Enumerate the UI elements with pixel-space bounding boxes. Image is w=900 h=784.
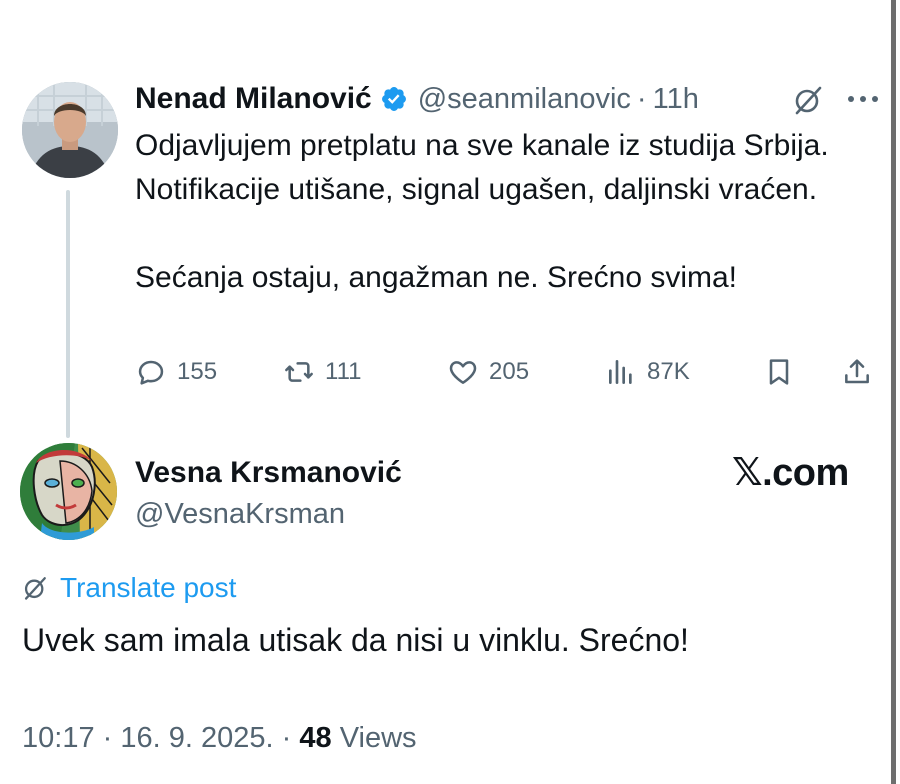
right-edge-border bbox=[891, 0, 896, 784]
reply-button[interactable]: 155 bbox=[135, 350, 217, 394]
views-count: 87K bbox=[647, 358, 690, 385]
x-com-watermark: 𝕏.com bbox=[732, 452, 849, 494]
like-icon bbox=[449, 361, 477, 384]
grok-icon[interactable] bbox=[792, 84, 824, 116]
reply-author-handle[interactable]: @VesnaKrsman bbox=[135, 494, 345, 534]
tweet-meta: 10:17 · 16. 9. 2025. · 48 Views bbox=[22, 718, 417, 758]
bookmark-icon bbox=[769, 359, 789, 385]
thread-connector-line bbox=[66, 190, 70, 438]
tweet-text: Odjavljujem pretplatu na sve kanale iz s… bbox=[135, 129, 829, 294]
author-handle[interactable]: @seanmilanovic bbox=[418, 83, 631, 116]
translate-post-link[interactable]: Translate post bbox=[22, 568, 236, 608]
repost-icon bbox=[285, 362, 313, 382]
avatar[interactable] bbox=[22, 82, 118, 178]
reply-icon bbox=[138, 360, 164, 385]
parent-tweet-header: Nenad Milanović @seanmilanovic · 11h bbox=[135, 76, 699, 122]
repost-count: 111 bbox=[325, 358, 362, 385]
share-icon bbox=[845, 359, 869, 384]
reply-date[interactable]: 16. 9. 2025. bbox=[120, 722, 273, 754]
views-label: Views bbox=[339, 722, 417, 754]
like-count: 205 bbox=[489, 358, 530, 385]
views-button[interactable]: 87K bbox=[605, 350, 690, 394]
like-button[interactable]: 205 bbox=[447, 350, 529, 394]
share-button[interactable] bbox=[841, 350, 873, 394]
tweet-actions: 155 111 205 87K bbox=[135, 350, 880, 394]
author-name[interactable]: Nenad Milanović bbox=[135, 82, 372, 116]
more-icon[interactable] bbox=[846, 90, 880, 108]
repost-button[interactable]: 111 bbox=[283, 350, 361, 394]
separator-dot: · bbox=[102, 722, 113, 754]
reply-text: Uvek sam imala utisak da nisi u vinklu. … bbox=[22, 622, 689, 658]
verified-badge-icon[interactable] bbox=[380, 85, 408, 113]
separator-dot: · bbox=[636, 82, 647, 115]
tweet-time[interactable]: 11h bbox=[653, 83, 699, 116]
translate-post-label[interactable]: Translate post bbox=[60, 572, 236, 604]
separator-dot: · bbox=[281, 722, 292, 754]
bookmark-button[interactable] bbox=[763, 350, 795, 394]
views-icon bbox=[609, 360, 632, 384]
avatar[interactable] bbox=[20, 443, 117, 540]
reply-count: 155 bbox=[177, 358, 218, 385]
views-count: 48 bbox=[299, 722, 332, 754]
grok-icon bbox=[24, 577, 46, 600]
reply-author-name[interactable]: Vesna Krsmanović bbox=[135, 450, 402, 496]
reply-time[interactable]: 10:17 bbox=[22, 722, 95, 754]
